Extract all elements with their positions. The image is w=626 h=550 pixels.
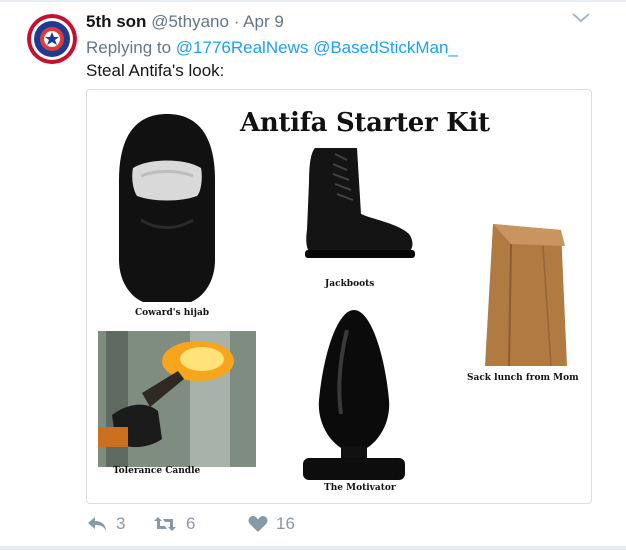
top-divider <box>0 0 626 2</box>
avatar-badge-icon <box>27 14 77 64</box>
caption-tolerance-candle: Tolerance Candle <box>113 466 201 476</box>
reply-count: 3 <box>116 514 126 533</box>
author-name[interactable]: 5th son <box>86 12 146 31</box>
like-count: 16 <box>276 514 295 533</box>
balaclava-image <box>119 114 215 302</box>
plug-image <box>303 310 405 480</box>
retweet-button[interactable]: 6 <box>152 512 195 536</box>
separator-dot: · <box>233 12 240 31</box>
reply-button[interactable]: 3 <box>86 512 125 536</box>
mention-link-basedstickman[interactable]: @BasedStickMan_ <box>313 38 458 57</box>
retweet-count: 6 <box>186 514 196 533</box>
reply-icon <box>88 517 106 531</box>
tweet-date[interactable]: Apr 9 <box>243 12 284 31</box>
avatar[interactable] <box>27 14 77 64</box>
tweet-header: 5th son @5thyano · Apr 9 <box>86 12 606 34</box>
media-card[interactable]: Antifa Starter Kit Coward's hijab Jackbo… <box>86 89 592 504</box>
media-title: Antifa Starter Kit <box>240 108 490 138</box>
caption-sack-lunch: Sack lunch from Mom <box>467 373 579 383</box>
mention-link-1776realnews[interactable]: @1776RealNews <box>176 38 309 57</box>
caption-the-motivator: The Motivator <box>324 483 396 493</box>
bottom-divider <box>0 546 626 550</box>
paper-bag-image <box>485 224 567 367</box>
caption-jackboots: Jackboots <box>325 279 375 289</box>
like-button[interactable]: 16 <box>248 512 295 536</box>
molotov-image <box>98 331 256 467</box>
replying-to-label: Replying to <box>86 38 172 57</box>
tweet-text: Steal Antifa's look: <box>86 61 225 80</box>
chevron-down-icon[interactable] <box>570 10 592 26</box>
caption-cowards-hijab: Coward's hijab <box>135 308 210 318</box>
heart-icon <box>248 516 268 532</box>
retweet-icon <box>154 517 176 531</box>
author-handle[interactable]: @5thyano <box>151 12 229 31</box>
boot-image <box>305 148 415 258</box>
replying-to-line: Replying to @1776RealNews @BasedStickMan… <box>86 38 458 58</box>
